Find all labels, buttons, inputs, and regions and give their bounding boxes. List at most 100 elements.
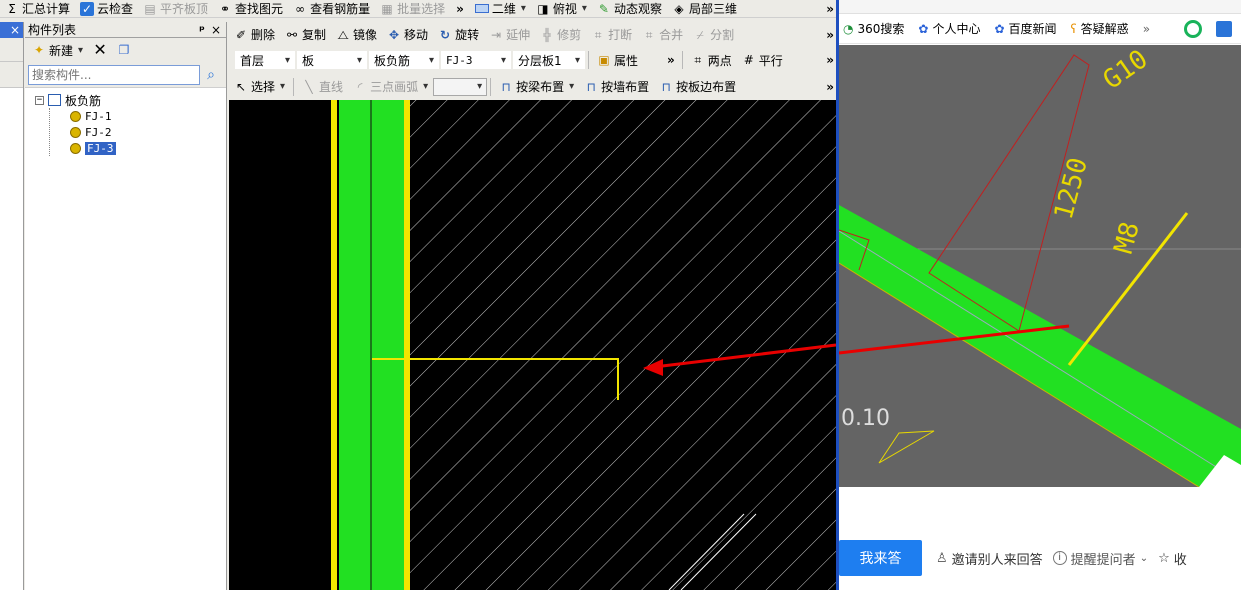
360-icon: ◔ <box>843 21 854 36</box>
tree-item[interactable]: FJ-1 <box>70 108 226 124</box>
separator <box>681 51 683 69</box>
dynamic-view-button[interactable]: ✎ 动态观察 <box>592 0 667 17</box>
cad-label-value: 0.10 <box>841 406 890 431</box>
left-dock: × <box>0 22 24 590</box>
beam-green <box>372 100 404 590</box>
element-select[interactable]: FJ-3 ▾ <box>441 51 511 69</box>
main-toolbar: Σ 汇总计算 ✓ 云检查 ▤ 平齐板顶 ⚭ 查找图元 ∞ 查看钢筋量 ▦ 批量选择 » 二维… <box>0 0 838 18</box>
search-icon[interactable]: ⌕ <box>200 67 222 83</box>
cad-canvas[interactable] <box>229 100 836 590</box>
cloud-check-button[interactable]: ✓ 云检查 <box>75 0 138 17</box>
chevron-down-icon: ▾ <box>78 44 84 56</box>
pin-icon[interactable]: ᵖ <box>195 23 209 37</box>
trim-button[interactable]: ╬ 修剪 <box>535 23 586 46</box>
bookmark-qa[interactable]: ʕ 答疑解惑 <box>1071 20 1129 37</box>
arc-mode-select[interactable]: ▾ <box>433 77 488 96</box>
chevron-down-icon: ▾ <box>520 3 526 14</box>
by-slab-edge-button[interactable]: ⊓ 按板边布置 <box>654 75 741 98</box>
delete-x-icon: ✕ <box>93 40 107 59</box>
move-button[interactable]: ✥ 移动 <box>382 23 433 46</box>
delete-button[interactable]: ✐ 删除 <box>229 23 280 46</box>
paw-icon: ✿ <box>918 21 929 36</box>
sigma-icon: Σ <box>8 1 16 16</box>
line-button[interactable]: ╲ 直线 <box>297 75 348 98</box>
tree-root[interactable]: − 板负筋 <box>35 92 226 108</box>
view-top-dropdown[interactable]: ◨ 俯视 ▾ <box>531 0 592 17</box>
tree-item[interactable]: FJ-2 <box>70 124 226 140</box>
question-cad-image: G10 1250 M8 0.10 <box>839 45 1241 487</box>
slab-hatch-region <box>409 100 836 590</box>
answer-button[interactable]: 我来答 <box>839 540 922 576</box>
by-wall-button[interactable]: ⊓ 按墙布置 <box>579 75 654 98</box>
view-rebar-button[interactable]: ∞ 查看钢筋量 <box>288 0 375 17</box>
toolbar-overflow[interactable]: » <box>667 53 679 67</box>
browser-window: ◔ 360搜索 ✿ 个人中心 ✿ 百度新闻 ʕ 答疑解惑 » G10 1250 M8 0… <box>839 0 1241 590</box>
by-beam-button[interactable]: ⊓ 按梁布置 ▾ <box>494 75 579 98</box>
toolbar-overflow[interactable]: » <box>450 2 470 16</box>
info-icon: i <box>1052 551 1067 565</box>
mirror-icon: ⧍ <box>337 27 349 42</box>
type-select[interactable]: 板 ▾ <box>297 51 367 69</box>
close-icon[interactable]: × <box>10 24 20 36</box>
layer-select[interactable]: 分层板1 ▾ <box>513 51 585 69</box>
separator <box>490 77 492 96</box>
two-points-button[interactable]: ⌗ 两点 <box>686 48 737 72</box>
chevron-down-icon: ▾ <box>356 54 362 66</box>
merge-button[interactable]: ⌗ 合并 <box>637 23 688 46</box>
app-green-icon[interactable] <box>1184 19 1203 38</box>
app-blue-icon[interactable] <box>1216 20 1233 37</box>
break-button[interactable]: ⌗ 打断 <box>586 23 637 46</box>
category-select[interactable]: 板负筋 ▾ <box>369 51 439 69</box>
copy-button[interactable]: ⚯ 复制 <box>280 23 331 46</box>
summary-button[interactable]: Σ 汇总计算 <box>0 0 75 17</box>
delete-element-button[interactable]: ✕ <box>88 38 112 62</box>
copy-icon: ❐ <box>118 43 130 57</box>
invite-button[interactable]: ♙ 邀请别人来回答 <box>936 549 1043 568</box>
properties-button[interactable]: ▣ 属性 <box>592 48 643 72</box>
flush-board-icon: ▤ <box>144 1 156 16</box>
select-button[interactable]: ↖ 选择 ▾ <box>229 75 290 98</box>
floor-select[interactable]: 首层 ▾ <box>235 51 295 69</box>
star-icon: ☆ <box>1158 550 1170 566</box>
bookmark-user-center[interactable]: ✿ 个人中心 <box>918 20 980 37</box>
cursor-icon: ↖ <box>235 79 247 94</box>
tree-item-selected[interactable]: FJ-3 <box>70 140 226 156</box>
copy-element-button[interactable]: ❐ <box>112 38 136 62</box>
panel-header: 构件列表 ᵖ × <box>25 22 226 38</box>
answer-actions-bar: 我来答 ♙ 邀请别人来回答 i 提醒提问者 ⌄ ☆ 收 <box>839 540 1241 576</box>
search-input[interactable] <box>28 64 200 85</box>
eraser-icon: ✐ <box>235 27 247 42</box>
component-tree: − 板负筋 FJ-1 FJ-2 FJ-3 <box>25 88 226 156</box>
view-2d-dropdown[interactable]: 二维 ▾ <box>470 0 531 17</box>
arc-button[interactable]: ◜ 三点画弧 ▾ <box>348 75 433 98</box>
flush-board-button[interactable]: ▤ 平齐板顶 <box>138 0 213 17</box>
trim-icon: ╬ <box>543 27 551 42</box>
paw-icon: ✿ <box>994 21 1005 36</box>
separator <box>588 51 589 69</box>
close-icon[interactable]: × <box>209 23 223 37</box>
slab-edge-yellow <box>331 100 337 590</box>
remind-button[interactable]: i 提醒提问者 ⌄ <box>1052 549 1148 568</box>
binoculars-icon: ⚭ <box>220 1 231 16</box>
mirror-button[interactable]: ⧍ 镜像 <box>331 23 382 46</box>
line-icon: ╲ <box>305 79 313 94</box>
new-button[interactable]: ✦ 新建 ▾ <box>27 38 88 62</box>
slab-edge-layout-icon: ⊓ <box>661 79 671 94</box>
beam-layout-icon: ⊓ <box>501 79 511 94</box>
chevron-down-icon: ▾ <box>280 81 286 92</box>
parallel-button[interactable]: # 平行 <box>737 48 788 72</box>
extend-button[interactable]: ⇥ 延伸 <box>484 23 535 46</box>
split-button[interactable]: ⌿ 分割 <box>688 23 739 46</box>
bookmark-overflow[interactable]: » <box>1143 22 1150 36</box>
find-element-button[interactable]: ⚭ 查找图元 <box>213 0 288 17</box>
batch-select-button[interactable]: ▦ 批量选择 <box>375 0 450 17</box>
collapse-icon[interactable]: − <box>35 95 44 105</box>
component-list-panel: 构件列表 ᵖ × ✦新建▾ ✕ ❐ ⌕ − 板负筋 FJ-1 FJ-2 FJ-3 <box>25 22 227 590</box>
orbit-icon: ✎ <box>598 1 609 16</box>
bookmark-baidu-news[interactable]: ✿ 百度新闻 <box>994 20 1056 37</box>
bookmark-360[interactable]: ◔ 360搜索 <box>843 20 904 37</box>
collect-button[interactable]: ☆ 收 <box>1158 549 1187 568</box>
local-3d-button[interactable]: ◈ 局部三维 <box>667 0 742 17</box>
rotate-button[interactable]: ↻ 旋转 <box>433 23 484 46</box>
panel-title: 构件列表 <box>28 23 77 37</box>
